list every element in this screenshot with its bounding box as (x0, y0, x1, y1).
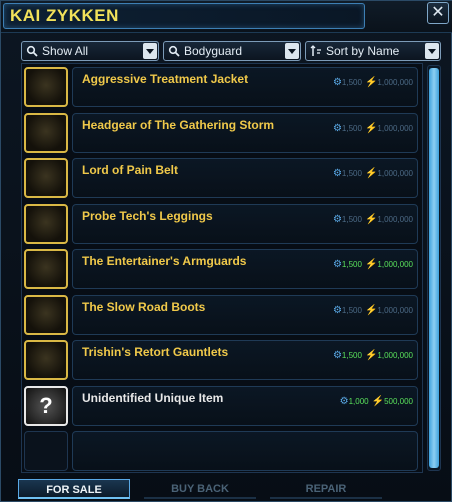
item-name: Aggressive Treatment Jacket (82, 72, 249, 86)
item-price: ⚙1,500 ⚡1,000,000 (330, 259, 413, 270)
credits-cost: 500,000 (384, 396, 413, 406)
item-name: The Slow Road Boots (82, 299, 206, 314)
commendation-cost: 1,500 (341, 169, 362, 178)
item-name: Headgear of The Gathering Storm (82, 117, 275, 132)
credits-cost: 1,000,000 (377, 123, 413, 133)
show-filter-dropdown[interactable]: Show All (21, 41, 159, 61)
item-panel[interactable]: Trishin's Retort Gauntlets ⚙1,500 ⚡1,000,0… (72, 340, 418, 380)
item-price: ⚙1,000 ⚡500,000 (337, 396, 413, 407)
vendor-item-row[interactable]: Trishin's Retort Gauntlets ⚙1,500 ⚡1,000,0… (22, 338, 422, 382)
commendation-cost: 1,500 (341, 78, 362, 87)
commendation-cost: 1,500 (341, 351, 362, 360)
chevron-down-icon[interactable] (285, 43, 299, 59)
search-icon (168, 45, 180, 57)
credits-cost: 1,000,000 (377, 169, 413, 178)
vendor-item-row[interactable]: Lord of Pain Belt ⚙1,500 ⚡1,000,000 (22, 156, 422, 200)
item-panel[interactable]: Probe Tech's Leggings ⚙1,500 ⚡1,000,000 (72, 203, 418, 244)
item-name: Trishin's Retort Gauntlets (82, 345, 229, 359)
credits-cost: 1,000,000 (377, 214, 413, 224)
credits-icon: ⚡ (364, 350, 378, 361)
chevron-down-icon[interactable] (143, 43, 157, 59)
commendation-cost: 1,000 (348, 396, 369, 406)
credits-icon: ⚡ (371, 395, 385, 407)
category-filter-label: Bodyguard (184, 44, 243, 58)
helmet-icon[interactable] (24, 112, 68, 153)
jacket-icon[interactable] (24, 67, 68, 107)
vendor-item-row[interactable]: The Entertainer's Armguards ⚙1,500 ⚡1,000,… (22, 247, 422, 291)
commendation-cost: 1,500 (341, 260, 362, 269)
vendor-window: KAI ZYKKEN ✕ Show All Bodyguard Sort by … (0, 0, 452, 502)
filter-bar: Show All Bodyguard Sort by Name (21, 41, 441, 61)
sort-icon (310, 45, 321, 56)
commendation-icon: ⚙ (332, 304, 342, 316)
vendor-item-row[interactable]: Headgear of The Gathering Storm ⚙1,500 ⚡1,… (22, 111, 422, 155)
title-bar[interactable]: KAI ZYKKEN ✕ (1, 1, 452, 33)
commendation-cost: 1,500 (341, 214, 362, 224)
item-panel[interactable]: Unidentified Unique Item ⚙1,000 ⚡500,000 (72, 385, 418, 426)
credits-cost: 1,000,000 (377, 351, 413, 360)
item-price: ⚙1,500 ⚡1,000,000 (330, 123, 413, 134)
tab-repair[interactable]: REPAIR (270, 479, 382, 499)
mystery-item-icon[interactable]: ? (24, 385, 68, 426)
empty-item-panel (72, 431, 418, 471)
close-button[interactable]: ✕ (427, 2, 449, 24)
item-price: ⚙1,500 ⚡1,000,000 (330, 214, 413, 225)
credits-icon: ⚡ (364, 77, 378, 88)
item-panel[interactable]: The Slow Road Boots ⚙1,500 ⚡1,000,000 (72, 294, 418, 335)
item-panel[interactable]: Aggressive Treatment Jacket ⚙1,500 ⚡1,000,… (72, 67, 418, 107)
gauntlets-icon[interactable] (24, 340, 68, 380)
credits-icon: ⚡ (364, 304, 378, 316)
credits-icon: ⚡ (364, 122, 378, 134)
item-price: ⚙1,500 ⚡1,000,000 (330, 77, 413, 88)
item-name: Probe Tech's Leggings (82, 208, 213, 223)
commendation-icon: ⚙ (332, 77, 342, 88)
scrollbar[interactable] (427, 65, 441, 471)
leggings-icon[interactable] (24, 203, 68, 244)
commendation-icon: ⚙ (332, 259, 342, 270)
item-price: ⚙1,500 ⚡1,000,000 (330, 305, 413, 316)
empty-item-row (22, 429, 422, 473)
boots-icon[interactable] (24, 294, 68, 335)
tab-for-sale[interactable]: FOR SALE (18, 479, 130, 499)
vendor-item-row[interactable]: ? Unidentified Unique Item ⚙1,000 ⚡500,000 (22, 384, 422, 428)
item-price: ⚙1,500 ⚡1,000,000 (330, 350, 413, 361)
commendation-icon: ⚙ (339, 395, 349, 407)
category-filter-dropdown[interactable]: Bodyguard (163, 41, 301, 61)
vendor-item-row[interactable]: Probe Tech's Leggings ⚙1,500 ⚡1,000,000 (22, 202, 422, 246)
search-icon (26, 45, 38, 57)
armguards-icon[interactable] (24, 249, 68, 289)
item-name: Lord of Pain Belt (82, 163, 178, 177)
credits-cost: 1,000,000 (377, 260, 413, 269)
window-title: KAI ZYKKEN (3, 3, 365, 29)
vendor-item-row[interactable]: The Slow Road Boots ⚙1,500 ⚡1,000,000 (22, 293, 422, 337)
commendation-cost: 1,500 (341, 305, 362, 315)
credits-cost: 1,000,000 (377, 305, 413, 315)
scrollbar-thumb[interactable] (429, 68, 439, 468)
vendor-tabs: FOR SALE BUY BACK REPAIR (18, 479, 434, 499)
sort-label: Sort by Name (326, 44, 400, 58)
vendor-item-row[interactable]: Aggressive Treatment Jacket ⚙1,500 ⚡1,000,… (22, 65, 422, 109)
commendation-icon: ⚙ (332, 168, 342, 179)
empty-slot (24, 431, 68, 471)
sort-dropdown[interactable]: Sort by Name (305, 41, 441, 61)
item-name: The Entertainer's Armguards (82, 254, 247, 268)
commendation-icon: ⚙ (332, 350, 342, 361)
chevron-down-icon[interactable] (425, 43, 439, 59)
credits-icon: ⚡ (364, 168, 378, 179)
commendation-icon: ⚙ (332, 122, 342, 134)
item-panel[interactable]: The Entertainer's Armguards ⚙1,500 ⚡1,000,… (72, 249, 418, 289)
credits-icon: ⚡ (364, 259, 378, 270)
credits-cost: 1,000,000 (377, 78, 413, 87)
item-list: Aggressive Treatment Jacket ⚙1,500 ⚡1,000,… (21, 63, 423, 473)
item-panel[interactable]: Lord of Pain Belt ⚙1,500 ⚡1,000,000 (72, 158, 418, 198)
item-panel[interactable]: Headgear of The Gathering Storm ⚙1,500 ⚡1,… (72, 112, 418, 153)
show-filter-label: Show All (42, 44, 89, 58)
tab-buy-back[interactable]: BUY BACK (144, 479, 256, 499)
credits-icon: ⚡ (364, 213, 378, 225)
item-price: ⚙1,500 ⚡1,000,000 (330, 168, 413, 179)
item-name: Unidentified Unique Item (82, 390, 224, 405)
commendation-icon: ⚙ (332, 213, 342, 225)
belt-icon[interactable] (24, 158, 68, 198)
commendation-cost: 1,500 (341, 123, 362, 133)
